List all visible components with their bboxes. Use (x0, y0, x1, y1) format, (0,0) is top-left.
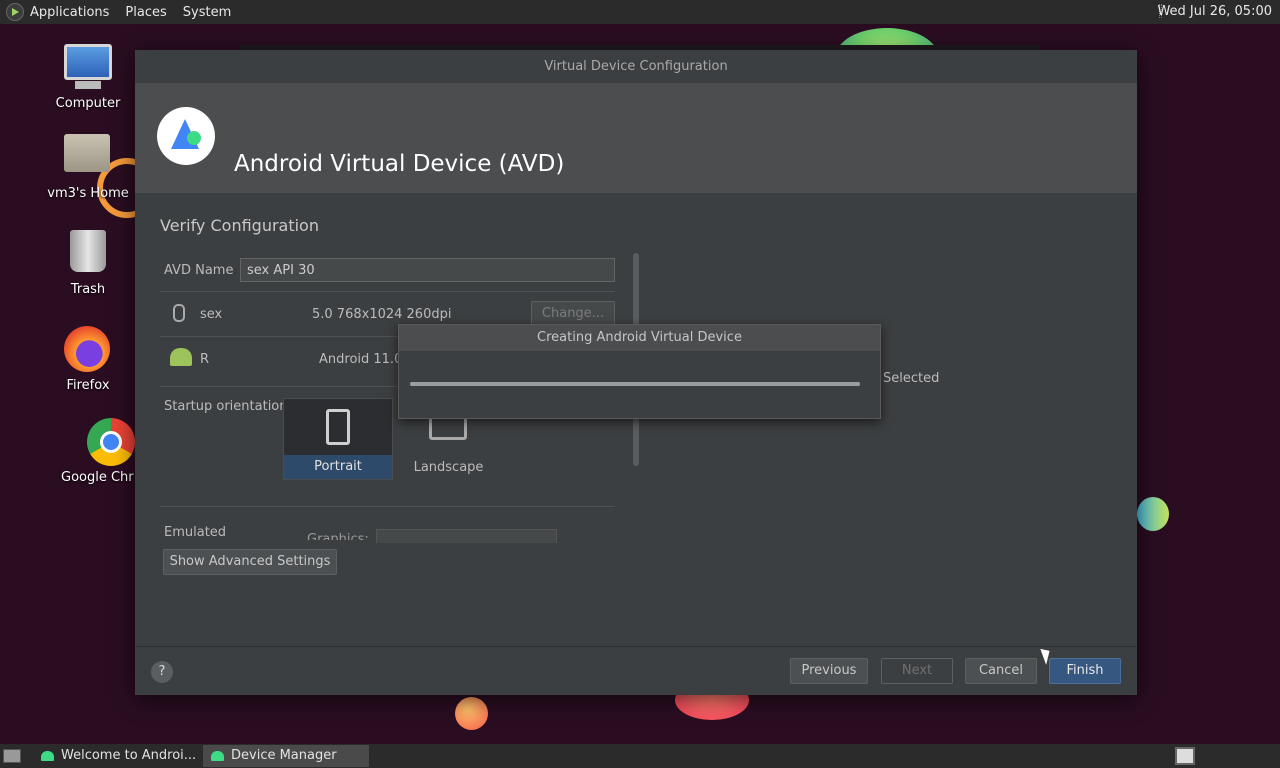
desktop-icon-label: vm3's Home (47, 186, 129, 201)
help-button[interactable]: ? (151, 661, 173, 683)
divider (160, 291, 615, 292)
trash-icon (64, 230, 112, 278)
android-studio-icon (41, 751, 54, 761)
top-panel: Applications Places System Wed Jul 26, 0… (0, 0, 1280, 24)
clock[interactable]: Wed Jul 26, 05:00 (1157, 4, 1272, 19)
system-image-name: R (200, 352, 210, 367)
taskbar-item-welcome[interactable]: Welcome to Androi... (33, 745, 199, 767)
phone-portrait-icon (326, 409, 350, 445)
taskbar-item-device-manager[interactable]: Device Manager (203, 745, 369, 767)
home-folder-icon (64, 134, 112, 182)
desktop-icon-label: Firefox (66, 378, 110, 393)
show-desktop-icon[interactable] (3, 749, 21, 763)
show-advanced-settings-button[interactable]: Show Advanced Settings (163, 549, 337, 575)
android-icon (170, 348, 192, 366)
device-name: sex (200, 307, 223, 322)
android-studio-logo-icon (157, 107, 215, 165)
progress-dialog-title: Creating Android Virtual Device (399, 325, 880, 351)
chrome-icon (87, 418, 135, 466)
graphics-select[interactable] (376, 529, 557, 543)
progress-bar (410, 382, 860, 386)
graphics-label: Graphics: (307, 532, 369, 540)
cancel-button[interactable]: Cancel (965, 658, 1037, 684)
dialog-title: Android Virtual Device (AVD) (234, 151, 565, 177)
watch-device-icon (173, 304, 185, 322)
taskbar-item-label: Welcome to Androi... (61, 748, 197, 763)
divider (160, 506, 615, 507)
dialog-header: Android Virtual Device (AVD) (135, 83, 1137, 193)
desktop-icon-computer[interactable]: Computer (43, 44, 133, 111)
tray-icon[interactable] (1175, 747, 1195, 765)
taskbar: Welcome to Androi... Device Manager (0, 744, 1280, 768)
wallpaper-shape (1137, 497, 1169, 531)
firefox-icon (64, 326, 112, 374)
desktop-icon-label: Google Chr (61, 470, 134, 485)
taskbar-item-label: Device Manager (231, 748, 337, 763)
desktop-icon-trash[interactable]: Trash (43, 228, 133, 297)
avd-name-label: AVD Name (164, 263, 234, 278)
wallpaper-shape (455, 697, 488, 730)
landscape-label: Landscape (413, 460, 484, 475)
desktop-icon-firefox[interactable]: Firefox (43, 326, 133, 393)
computer-icon (64, 44, 112, 92)
android-studio-icon (211, 751, 224, 761)
selected-label: Selected (883, 371, 940, 386)
footer-divider (135, 646, 1137, 647)
progress-bar-fill (410, 382, 860, 386)
creating-avd-progress-dialog: Creating Android Virtual Device (398, 324, 881, 419)
finish-button[interactable]: Finish (1049, 658, 1121, 684)
desktop-icon-label: Trash (70, 282, 106, 297)
next-button[interactable]: Next (881, 658, 953, 684)
portrait-label: Portrait (284, 455, 392, 479)
system-menu[interactable]: System (183, 5, 231, 20)
previous-button[interactable]: Previous (790, 658, 868, 684)
avd-name-input[interactable] (240, 258, 615, 282)
emulated-performance-label: Emulated (164, 525, 227, 540)
menu-logo-icon[interactable] (6, 3, 24, 21)
places-menu[interactable]: Places (125, 5, 166, 20)
startup-orientation-label: Startup orientation (164, 399, 288, 414)
section-title: Verify Configuration (160, 216, 319, 235)
device-spec: 5.0 768x1024 260dpi (312, 307, 452, 322)
applications-menu[interactable]: Applications (30, 5, 109, 20)
window-titlebar[interactable]: Virtual Device Configuration (135, 50, 1137, 83)
desktop-icon-home[interactable]: vm3's Home (43, 128, 133, 201)
desktop-icon-label: Computer (55, 96, 121, 111)
portrait-option[interactable]: Portrait (283, 398, 393, 480)
